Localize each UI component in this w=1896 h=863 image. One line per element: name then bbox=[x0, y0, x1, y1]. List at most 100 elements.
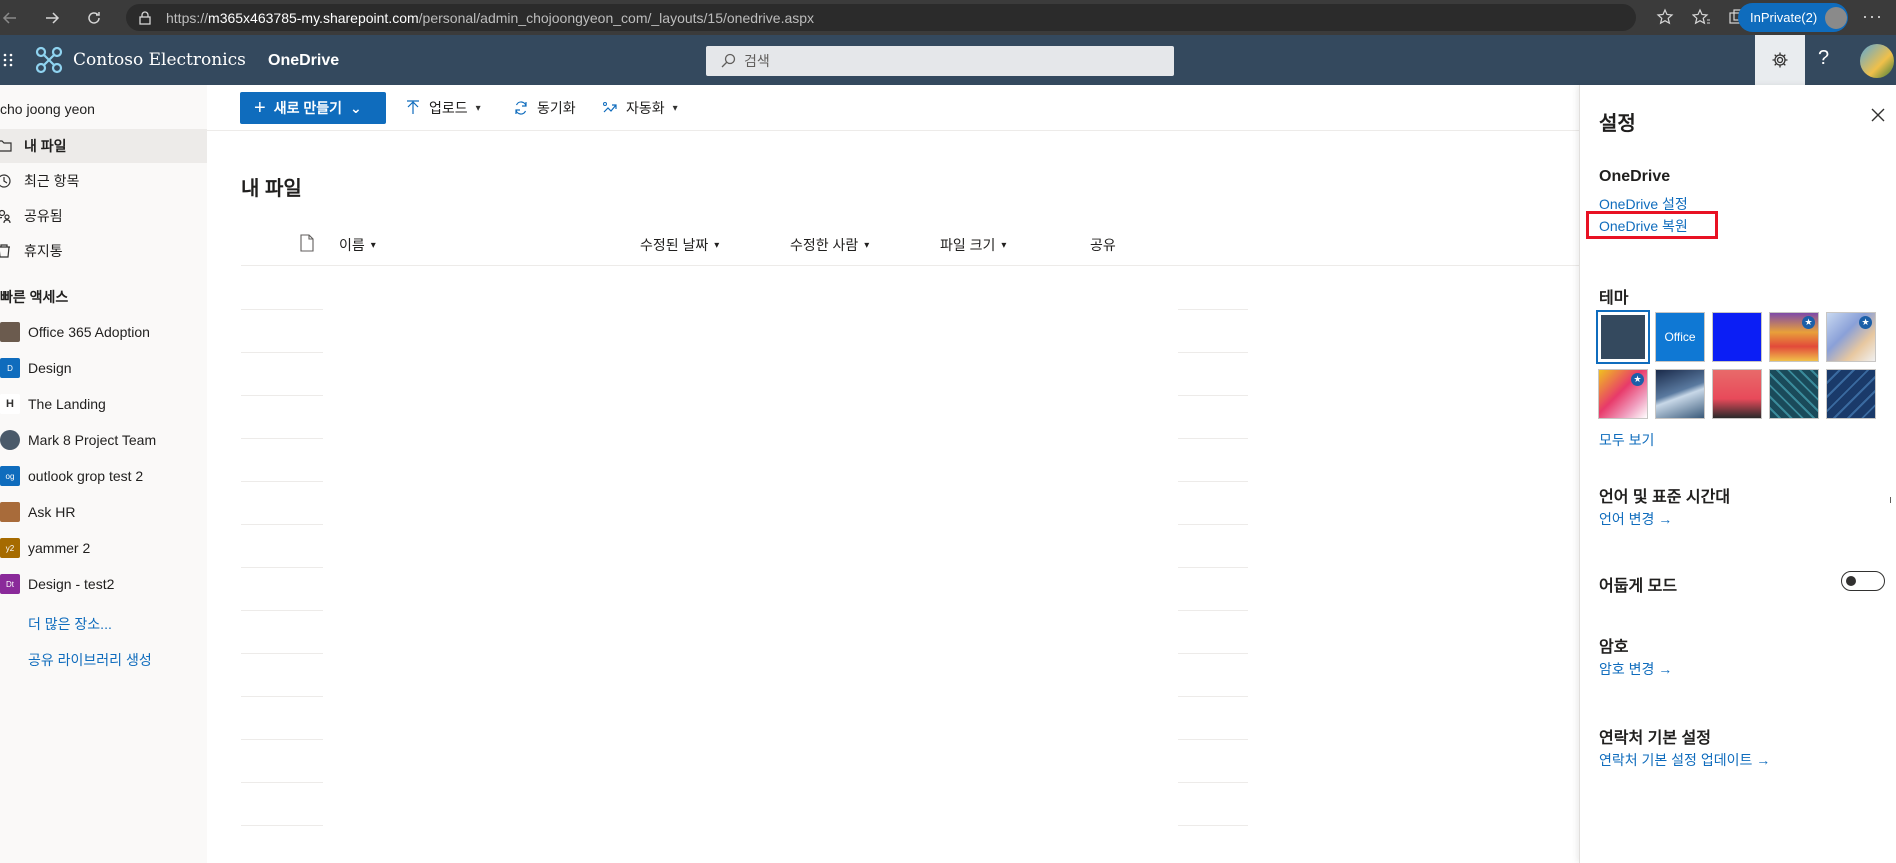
nav-item-recent[interactable]: 최근 항목 bbox=[0, 164, 207, 198]
site-label: outlook grop test 2 bbox=[28, 468, 144, 484]
nav-item-shared[interactable]: 공유됨 bbox=[0, 199, 207, 233]
star-icon: ★ bbox=[1802, 316, 1815, 329]
update-contact-preferences-link[interactable]: 연락처 기본 설정 업데이트 → bbox=[1599, 750, 1770, 770]
trash-icon bbox=[0, 242, 14, 260]
address-bar[interactable]: https://m365x463785-my.sharepoint.com/pe… bbox=[126, 4, 1745, 31]
url-path: /personal/admin_chojoongyeon_com/_layout… bbox=[418, 9, 815, 26]
sync-button[interactable]: 동기화 bbox=[513, 98, 576, 118]
see-all-themes-link[interactable]: 모두 보기 bbox=[1599, 430, 1654, 450]
suite-header: Contoso Electronics OneDrive 검색 ? bbox=[0, 35, 1896, 85]
people-icon bbox=[0, 207, 14, 225]
theme-swatch-office[interactable]: Office bbox=[1655, 312, 1705, 362]
app-name[interactable]: OneDrive bbox=[268, 52, 339, 70]
site-avatar: og bbox=[0, 466, 20, 486]
site-label: Office 365 Adoption bbox=[28, 324, 150, 340]
favorites-icon[interactable] bbox=[1690, 6, 1712, 28]
upload-button[interactable]: 업로드 ▾ bbox=[405, 98, 481, 118]
column-header-label: 파일 크기 bbox=[940, 237, 996, 253]
column-header-modified[interactable]: 수정된 날짜 ▾ bbox=[640, 235, 719, 255]
quick-access-heading: 빠른 액세스 bbox=[0, 289, 69, 305]
brand-name[interactable]: Contoso Electronics bbox=[73, 50, 246, 70]
file-list-header: 이름 ▾ 수정된 날짜 ▾ 수정한 사람 ▾ 파일 크기 ▾ 공유 bbox=[241, 230, 1579, 266]
theme-swatch-palm[interactable] bbox=[1712, 369, 1762, 419]
dark-mode-toggle[interactable] bbox=[1841, 571, 1885, 591]
theme-swatch-sunset[interactable]: ★ bbox=[1769, 312, 1819, 362]
refresh-icon[interactable] bbox=[80, 4, 108, 32]
file-type-icon bbox=[300, 234, 314, 252]
new-button[interactable]: + 새로 만들기 ⌄ bbox=[240, 92, 386, 124]
more-places-link[interactable]: 더 많은 장소... bbox=[28, 614, 112, 634]
site-avatar bbox=[0, 430, 20, 450]
left-navigation: cho joong yeon 내 파일 최근 항목 공유됨 휴지통 빠른 액세스… bbox=[0, 85, 207, 863]
url-prefix: https:// bbox=[166, 9, 209, 26]
chevron-down-icon: ▾ bbox=[1001, 239, 1007, 251]
help-icon[interactable]: ? bbox=[1818, 47, 1829, 70]
plus-icon: + bbox=[254, 96, 266, 119]
site-item[interactable]: Office 365 Adoption bbox=[0, 317, 150, 347]
site-item[interactable]: y2 yammer 2 bbox=[0, 533, 90, 563]
contact-preferences-heading: 연락처 기본 설정 bbox=[1599, 730, 1711, 747]
column-header-sharing[interactable]: 공유 bbox=[1090, 235, 1116, 255]
nav-item-label: 내 파일 bbox=[24, 138, 67, 154]
nav-item-label: 공유됨 bbox=[24, 208, 63, 224]
settings-panel: 설정 OneDrive OneDrive 설정 OneDrive 복원 테마 O… bbox=[1579, 85, 1896, 863]
site-avatar: H bbox=[0, 394, 20, 414]
nav-item-recycle-bin[interactable]: 휴지통 bbox=[0, 234, 207, 268]
site-item[interactable]: Mark 8 Project Team bbox=[0, 425, 156, 455]
chevron-down-icon: ▾ bbox=[864, 239, 870, 251]
site-item[interactable]: Dt Design - test2 bbox=[0, 569, 114, 599]
nav-item-my-files[interactable]: 내 파일 bbox=[0, 129, 207, 163]
search-input[interactable]: 검색 bbox=[706, 46, 1174, 76]
dark-mode-label: 어둡게 모드 bbox=[1599, 578, 1678, 595]
more-options-icon[interactable]: ··· bbox=[1862, 6, 1883, 27]
site-item[interactable]: Ask HR bbox=[0, 497, 75, 527]
upload-icon bbox=[407, 100, 419, 114]
inprivate-label: InPrivate(2) bbox=[1750, 10, 1818, 25]
close-icon[interactable] bbox=[1870, 107, 1886, 123]
favorite-star-icon[interactable] bbox=[1654, 6, 1676, 28]
forward-icon[interactable] bbox=[38, 4, 66, 32]
theme-swatch-unicorn[interactable]: ★ bbox=[1598, 369, 1648, 419]
automate-icon bbox=[603, 102, 617, 113]
highlight-box bbox=[1586, 211, 1718, 239]
lock-icon bbox=[139, 10, 151, 25]
page-title: 내 파일 bbox=[241, 178, 302, 200]
star-icon: ★ bbox=[1859, 316, 1872, 329]
site-item[interactable]: og outlook grop test 2 bbox=[0, 461, 143, 491]
automate-label: 자동화 bbox=[626, 100, 665, 116]
theme-swatch-blueprint[interactable] bbox=[1826, 369, 1876, 419]
column-header-name[interactable]: 이름 ▾ bbox=[339, 235, 376, 255]
theme-swatch-pastel[interactable]: ★ bbox=[1826, 312, 1876, 362]
resize-handle[interactable] bbox=[1890, 497, 1894, 503]
app-launcher-icon[interactable] bbox=[2, 51, 16, 69]
chevron-down-icon: ▾ bbox=[672, 102, 678, 114]
theme-swatch-mountain[interactable] bbox=[1655, 369, 1705, 419]
automate-button[interactable]: 자동화 ▾ bbox=[602, 98, 678, 118]
back-icon[interactable] bbox=[0, 4, 24, 32]
column-header-modified-by[interactable]: 수정한 사람 ▾ bbox=[790, 235, 869, 255]
settings-button[interactable] bbox=[1755, 35, 1805, 85]
nav-item-label: 최근 항목 bbox=[24, 173, 80, 189]
search-icon bbox=[721, 53, 736, 68]
theme-heading: 테마 bbox=[1599, 290, 1629, 307]
inprivate-button[interactable]: InPrivate(2) bbox=[1738, 3, 1848, 32]
settings-title: 설정 bbox=[1599, 113, 1636, 135]
theme-swatch-blue[interactable] bbox=[1712, 312, 1762, 362]
user-avatar[interactable] bbox=[1860, 44, 1894, 78]
column-header-file-size[interactable]: 파일 크기 ▾ bbox=[940, 235, 1006, 255]
site-item[interactable]: D Design bbox=[0, 353, 72, 383]
site-item[interactable]: H The Landing bbox=[0, 389, 106, 419]
contoso-logo-icon bbox=[35, 46, 63, 74]
theme-swatch-default[interactable] bbox=[1596, 310, 1650, 364]
create-shared-library-link[interactable]: 공유 라이브러리 생성 bbox=[28, 650, 152, 670]
language-heading: 언어 및 표준 시간대 bbox=[1599, 489, 1731, 506]
theme-swatch-circuit[interactable] bbox=[1769, 369, 1819, 419]
change-password-link[interactable]: 암호 변경 → bbox=[1599, 659, 1672, 679]
upload-label: 업로드 bbox=[429, 100, 468, 116]
site-label: Ask HR bbox=[28, 504, 76, 520]
onedrive-heading: OneDrive bbox=[1599, 168, 1671, 185]
nav-item-label: 휴지통 bbox=[24, 243, 63, 259]
chevron-down-icon: ⌄ bbox=[349, 99, 362, 116]
change-language-link[interactable]: 언어 변경 → bbox=[1599, 509, 1672, 529]
sync-label: 동기화 bbox=[537, 100, 576, 116]
